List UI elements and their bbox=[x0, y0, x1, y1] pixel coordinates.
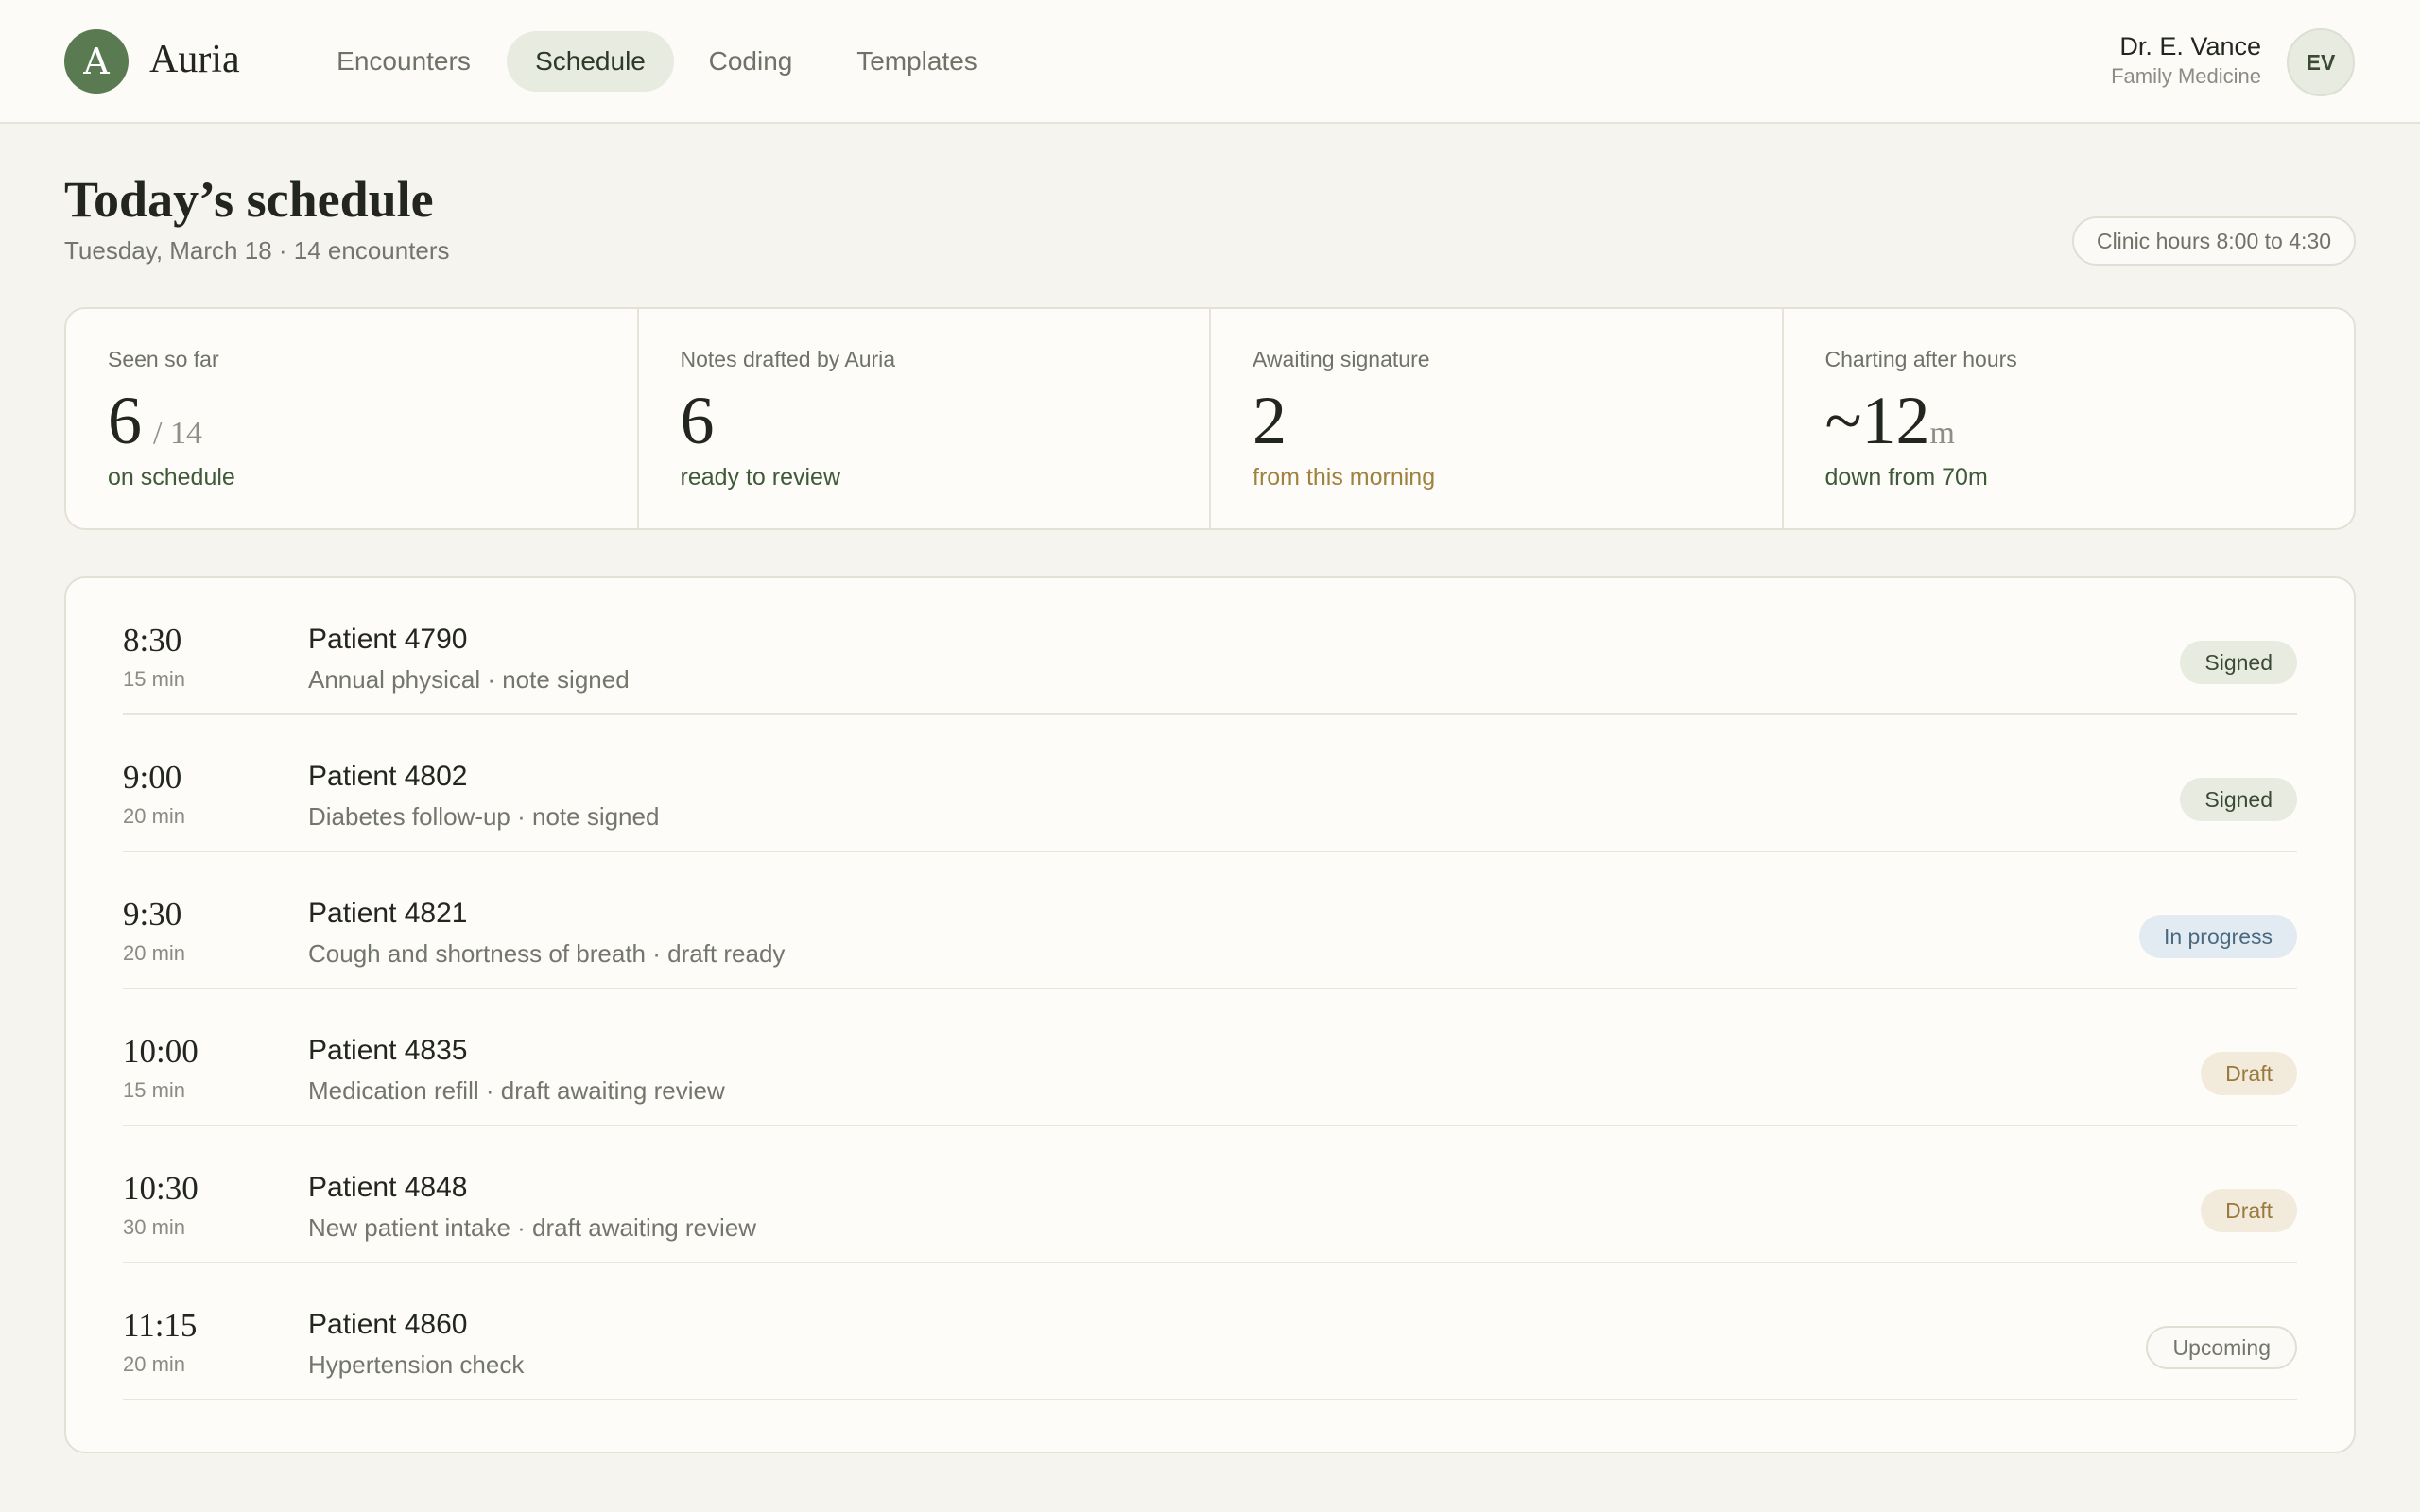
status-badge: Draft bbox=[2201, 1189, 2297, 1232]
status-badge: Signed bbox=[2180, 778, 2297, 821]
schedule-row[interactable]: 9:30 20 min Patient 4821 Cough and short… bbox=[123, 852, 2297, 989]
row-duration: 20 min bbox=[123, 941, 186, 965]
schedule-row[interactable]: 10:30 30 min Patient 4848 New patient in… bbox=[123, 1126, 2297, 1263]
row-duration: 30 min bbox=[123, 1215, 186, 1239]
stat-label: Notes drafted by Auria bbox=[680, 347, 896, 371]
status-badge: Upcoming bbox=[2146, 1326, 2297, 1369]
row-description: Annual physical · note signed bbox=[308, 665, 630, 694]
row-duration: 15 min bbox=[123, 667, 186, 691]
page-subtitle: Tuesday, March 18 · 14 encounters bbox=[64, 236, 450, 265]
user-avatar[interactable]: EV bbox=[2287, 28, 2355, 96]
page-title: Today’s schedule bbox=[64, 171, 434, 228]
stat-label: Charting after hours bbox=[1824, 347, 2017, 371]
stat-awaiting-signature: Awaiting signature 2 from this morning bbox=[1211, 309, 1784, 528]
stat-note: on schedule bbox=[108, 464, 235, 490]
stat-label: Awaiting signature bbox=[1253, 347, 1430, 371]
row-description: Hypertension check bbox=[308, 1350, 525, 1379]
row-patient[interactable]: Patient 4848 bbox=[308, 1172, 467, 1204]
stat-number: ~12 bbox=[1824, 383, 1930, 458]
row-description: New patient intake · draft awaiting revi… bbox=[308, 1213, 757, 1242]
schedule-row[interactable]: 9:00 20 min Patient 4802 Diabetes follow… bbox=[123, 715, 2297, 852]
nav-coding[interactable]: Coding bbox=[690, 31, 811, 92]
stat-number: 2 bbox=[1253, 383, 1287, 458]
stat-number: 6 bbox=[108, 383, 142, 458]
nav-encounters[interactable]: Encounters bbox=[316, 31, 492, 92]
row-duration: 15 min bbox=[123, 1078, 186, 1102]
row-duration: 20 min bbox=[123, 804, 186, 828]
stat-notes-drafted: Notes drafted by Auria 6 ready to review bbox=[639, 309, 1211, 528]
nav-templates[interactable]: Templates bbox=[836, 31, 998, 92]
stat-charting-after-hours: Charting after hours ~12m down from 70m bbox=[1784, 309, 2355, 528]
stat-note: down from 70m bbox=[1824, 464, 1988, 490]
row-duration: 20 min bbox=[123, 1352, 186, 1376]
schedule-row[interactable]: 8:30 15 min Patient 4790 Annual physical… bbox=[123, 578, 2297, 715]
user-specialty: Family Medicine bbox=[2111, 64, 2261, 88]
row-description: Medication refill · draft awaiting revie… bbox=[308, 1076, 725, 1105]
stat-seen-so-far: Seen so far 6 / 14 on schedule bbox=[66, 309, 639, 528]
row-description: Diabetes follow-up · note signed bbox=[308, 802, 660, 831]
row-time: 8:30 bbox=[123, 622, 182, 659]
stat-note: ready to review bbox=[680, 464, 841, 490]
status-badge: Draft bbox=[2201, 1052, 2297, 1095]
row-time: 11:15 bbox=[123, 1307, 198, 1344]
stat-note: from this morning bbox=[1253, 464, 1436, 490]
stat-suffix: m bbox=[1929, 416, 1955, 451]
row-patient[interactable]: Patient 4821 bbox=[308, 898, 467, 930]
row-time: 10:00 bbox=[123, 1033, 199, 1070]
row-patient[interactable]: Patient 4790 bbox=[308, 624, 467, 656]
row-time: 9:00 bbox=[123, 759, 182, 796]
schedule-list: 8:30 15 min Patient 4790 Annual physical… bbox=[64, 576, 2356, 1453]
stat-number: 6 bbox=[680, 383, 715, 458]
row-patient[interactable]: Patient 4802 bbox=[308, 761, 467, 793]
nav-schedule[interactable]: Schedule bbox=[507, 31, 674, 92]
clinic-hours-badge: Clinic hours 8:00 to 4:30 bbox=[2071, 216, 2356, 266]
stat-value: 6 bbox=[681, 375, 715, 466]
stats-panel: Seen so far 6 / 14 on schedule Notes draf… bbox=[64, 307, 2356, 530]
user-name: Dr. E. Vance bbox=[2119, 32, 2261, 60]
app-name[interactable]: Auria bbox=[149, 34, 240, 85]
stat-suffix: / 14 bbox=[153, 416, 202, 451]
status-badge: In progress bbox=[2138, 915, 2297, 958]
top-bar: A Auria Encounters Schedule Coding Templ… bbox=[0, 0, 2420, 124]
status-badge: Signed bbox=[2180, 641, 2297, 684]
schedule-row[interactable]: 10:00 15 min Patient 4835 Medication ref… bbox=[123, 989, 2297, 1126]
row-patient[interactable]: Patient 4860 bbox=[308, 1309, 467, 1341]
schedule-row[interactable]: 11:15 20 min Patient 4860 Hypertension c… bbox=[123, 1263, 2297, 1400]
row-time: 10:30 bbox=[123, 1170, 199, 1207]
stat-label: Seen so far bbox=[108, 347, 219, 371]
logo-mark[interactable]: A bbox=[64, 29, 129, 94]
row-patient[interactable]: Patient 4835 bbox=[308, 1035, 467, 1067]
stat-value: 2 bbox=[1253, 375, 1287, 466]
row-description: Cough and shortness of breath · draft re… bbox=[308, 939, 786, 968]
row-time: 9:30 bbox=[123, 896, 182, 933]
